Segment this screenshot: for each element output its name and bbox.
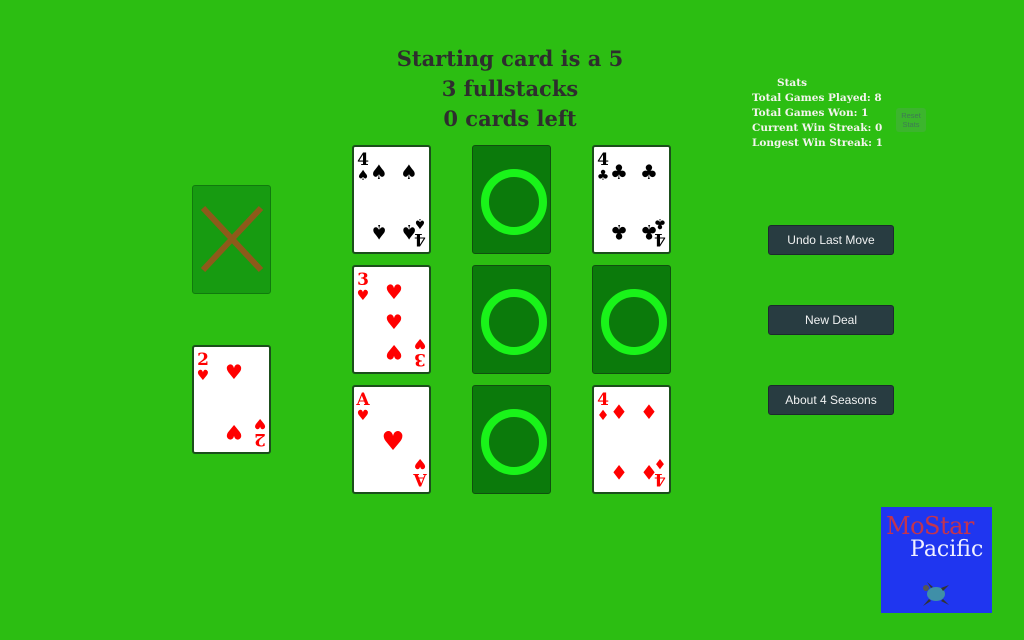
- empty-slot-ring-icon: [481, 169, 547, 235]
- game-status: Starting card is a 5 3 fullstacks 0 card…: [380, 44, 640, 134]
- clubs-pip-icon: ♣: [610, 160, 628, 184]
- logo-line-2: Pacific: [910, 537, 984, 562]
- diamonds-pip-icon: ♦: [610, 460, 628, 484]
- sea-turtle-icon: [923, 582, 949, 606]
- hearts-icon: ♥: [414, 455, 427, 471]
- card-rank-label: 4: [597, 150, 609, 170]
- card-rank-label: 3: [414, 349, 426, 369]
- hearts-pip-icon: ♥: [381, 427, 404, 457]
- grid-slot-3-2[interactable]: [472, 385, 551, 494]
- card-rank-label: 2: [254, 429, 266, 449]
- hearts-pip-icon: ♥: [385, 310, 403, 334]
- spades-pip-icon: ♠: [370, 220, 388, 244]
- card-rank-label: 4: [597, 390, 609, 410]
- diamonds-pip-icon: ♦: [640, 400, 658, 424]
- stat-total-played: Total Games Played: 8: [752, 92, 882, 104]
- hearts-icon: ♥: [254, 415, 267, 431]
- grid-slot-3-3[interactable]: 4 ♦ 4 ♦ ♦ ♦ ♦ ♦: [592, 385, 671, 494]
- 4-of-spades-card-face: 4♠4♠♠ ♠♠ ♠: [357, 150, 427, 249]
- empty-slot-ring-icon: [601, 289, 667, 355]
- diamonds-pip-icon: ♦: [610, 400, 628, 424]
- clubs-icon: ♣: [597, 168, 610, 184]
- A-of-hearts-card-face: A♥A♥♥: [355, 390, 428, 489]
- card-rank-label: A: [355, 390, 370, 410]
- clubs-pip-icon: ♣: [640, 160, 658, 184]
- grid-slot-2-1[interactable]: 3 ♥ 3 ♥ ♥ ♥ ♥: [352, 265, 431, 374]
- diamonds-icon: ♦: [597, 408, 610, 424]
- 2-of-hearts-card-face: 2♥2♥♥♥: [197, 350, 267, 449]
- grid-slot-1-3[interactable]: 4 ♣ 4 ♣ ♣ ♣ ♣ ♣: [592, 145, 671, 254]
- card-rank-label: 3: [357, 270, 369, 290]
- stats-panel: Stats Total Games Played: 8 Total Games …: [746, 76, 886, 151]
- x-icon: [200, 205, 264, 273]
- mostar-pacific-logo[interactable]: MoStar Pacific: [881, 507, 992, 613]
- grid-slot-2-2[interactable]: [472, 265, 551, 374]
- card-rank-label: 2: [197, 350, 209, 370]
- fullstacks-text: 3 fullstacks: [441, 76, 579, 101]
- about-button[interactable]: About 4 Seasons: [768, 385, 894, 415]
- grid-slot-2-3[interactable]: [592, 265, 671, 374]
- grid-slot-3-1[interactable]: A ♥ A ♥ ♥: [352, 385, 431, 494]
- reset-label-2: Stats: [902, 120, 920, 129]
- hearts-pip-icon: ♥: [385, 280, 403, 304]
- undo-last-move-button[interactable]: Undo Last Move: [768, 225, 894, 255]
- spades-icon: ♠: [357, 168, 370, 184]
- stat-longest-streak: Longest Win Streak: 1: [752, 137, 883, 149]
- reset-stats-button[interactable]: Reset Stats: [896, 108, 926, 132]
- empty-slot-ring-icon: [481, 409, 547, 475]
- waste-card[interactable]: 2 ♥ 2 ♥ ♥ ♥: [192, 345, 271, 454]
- clubs-pip-icon: ♣: [640, 220, 658, 244]
- 4-of-diamonds-card-face: 4♦4♦♦ ♦♦ ♦: [597, 390, 667, 489]
- grid-slot-1-2[interactable]: [472, 145, 551, 254]
- discard-pile[interactable]: [192, 185, 271, 294]
- hearts-icon: ♥: [197, 368, 210, 384]
- hearts-pip-icon: ♥: [225, 360, 243, 384]
- stat-current-streak: Current Win Streak: 0: [752, 122, 883, 134]
- starting-card-text: Starting card is a 5: [396, 46, 624, 71]
- grid-slot-1-1[interactable]: 4 ♠ 4 ♠ ♠ ♠ ♠ ♠: [352, 145, 431, 254]
- stats-title: Stats: [777, 77, 807, 89]
- new-deal-button[interactable]: New Deal: [768, 305, 894, 335]
- logo-line-1: MoStar: [886, 512, 974, 540]
- hearts-pip-icon: ♥: [225, 420, 243, 444]
- 4-of-clubs-card-face: 4♣4♣♣ ♣♣ ♣: [597, 150, 667, 249]
- spades-pip-icon: ♠: [400, 160, 418, 184]
- hearts-icon: ♥: [414, 335, 427, 351]
- empty-slot-ring-icon: [481, 289, 547, 355]
- stat-total-won: Total Games Won: 1: [752, 107, 869, 119]
- 3-of-hearts-card-face: 3♥3♥♥♥♥: [357, 270, 427, 369]
- spades-pip-icon: ♠: [400, 220, 418, 244]
- cards-left-text: 0 cards left: [443, 106, 577, 131]
- diamonds-pip-icon: ♦: [640, 460, 658, 484]
- card-rank-label: A: [413, 469, 428, 489]
- hearts-icon: ♥: [357, 288, 370, 304]
- card-rank-label: 4: [357, 150, 369, 170]
- hearts-pip-icon: ♥: [385, 340, 403, 364]
- hearts-icon: ♥: [357, 408, 370, 424]
- reset-label-1: Reset: [901, 111, 921, 120]
- clubs-pip-icon: ♣: [610, 220, 628, 244]
- spades-pip-icon: ♠: [370, 160, 388, 184]
